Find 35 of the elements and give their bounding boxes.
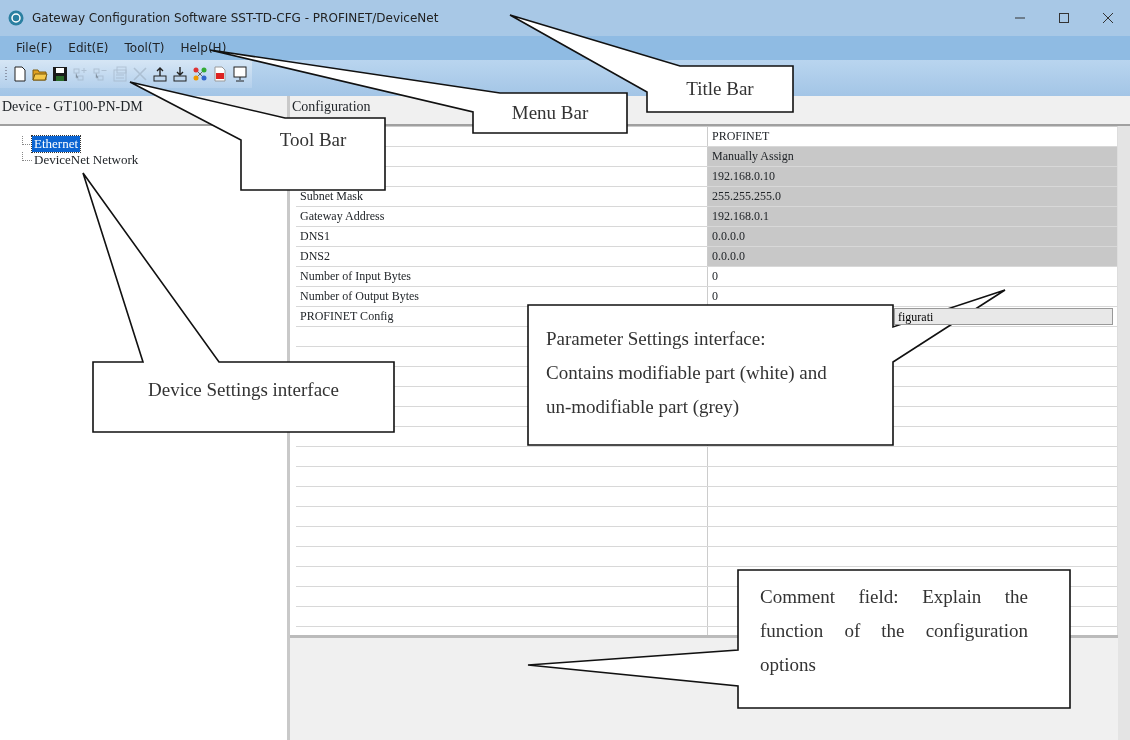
property-value: 0.0.0.0 — [708, 247, 1117, 266]
property-value: 255.255.255.0 — [708, 187, 1117, 206]
pdf-icon[interactable] — [212, 66, 228, 82]
window-title: Gateway Configuration Software SST-TD-CFG - PROFINET/DeviceNet — [32, 10, 439, 27]
monitor-icon[interactable] — [232, 66, 248, 82]
property-value[interactable]: 0 — [708, 287, 1117, 306]
tree-item[interactable]: DeviceNet Network — [32, 152, 141, 168]
menu-item[interactable]: Help(H) — [180, 39, 227, 57]
callout-text: Parameter Settings interface: Contains modifiable part (white) and un-modifiable part (grey) — [546, 327, 828, 419]
callout-text: Tool Bar — [278, 128, 348, 152]
property-value[interactable]: 0 — [708, 267, 1117, 286]
callout-text: Title Bar — [685, 77, 755, 101]
config-button[interactable]: figurati — [894, 308, 1113, 325]
property-name: Number of Input Bytes — [296, 267, 708, 286]
close-icon[interactable] — [1102, 12, 1114, 24]
property-value: 192.168.0.1 — [708, 207, 1117, 226]
maximize-icon[interactable] — [1058, 12, 1070, 24]
property-value[interactable]: PROFINET — [708, 127, 1117, 146]
save-icon[interactable] — [52, 66, 68, 82]
callout-text: Device Settings interface — [147, 378, 340, 402]
menu-item[interactable]: Tool(T) — [124, 39, 165, 57]
property-value: Manually Assign — [708, 147, 1117, 166]
network-icon[interactable] — [192, 66, 208, 82]
callout-text: Menu Bar — [510, 101, 590, 125]
tree-item[interactable]: Ethernet — [32, 136, 81, 152]
app-logo-icon — [8, 10, 24, 26]
menu-item[interactable]: Edit(E) — [68, 39, 109, 57]
property-value: 0.0.0.0 — [708, 227, 1117, 246]
menu-item[interactable]: File(F) — [16, 39, 53, 57]
new-file-icon[interactable] — [12, 66, 28, 82]
upload-icon[interactable] — [152, 66, 168, 82]
property-value: 192.168.0.10 — [708, 167, 1117, 186]
download-icon[interactable] — [172, 66, 188, 82]
folder-icon[interactable] — [32, 66, 48, 82]
callout-text: Comment field: Explain the function of the configuration options — [760, 585, 1028, 677]
